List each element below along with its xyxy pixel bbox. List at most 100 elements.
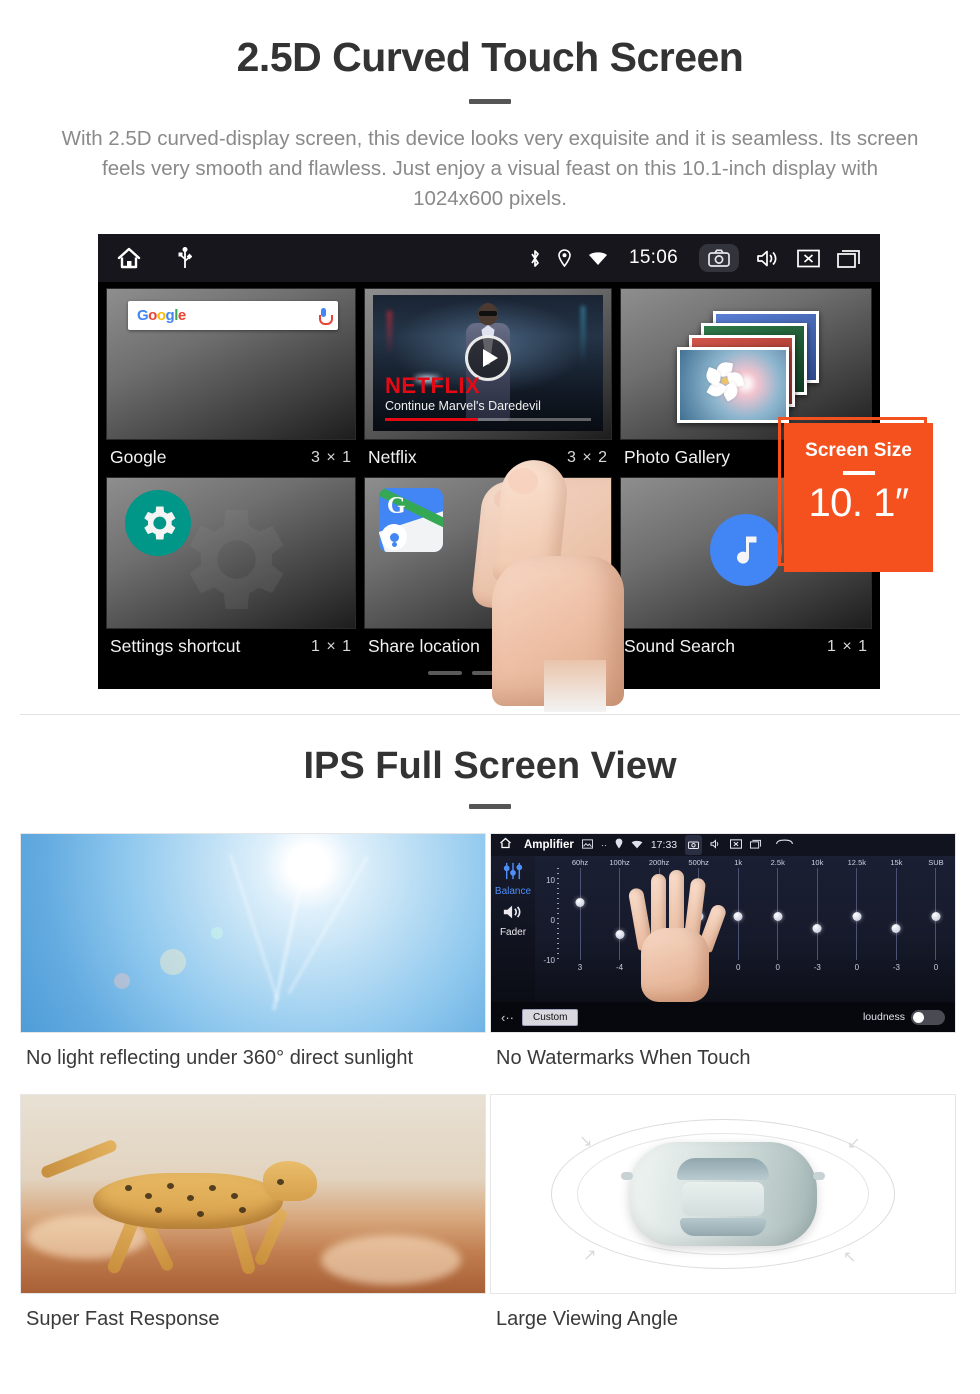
page-title: 2.5D Curved Touch Screen — [236, 34, 744, 80]
netflix-logo: NETFLIX — [385, 373, 481, 398]
band-knob[interactable] — [931, 912, 941, 921]
camera-icon[interactable] — [685, 835, 703, 855]
widget-netflix[interactable]: NETFLIX Continue Marvel's Daredevil Netf… — [364, 288, 613, 477]
netflix-continue-title: Continue Marvel's Daredevil — [385, 399, 541, 413]
close-box-icon[interactable] — [797, 249, 820, 268]
band-knob[interactable] — [891, 924, 901, 933]
volume-icon[interactable] — [710, 836, 722, 854]
band-knob[interactable] — [773, 912, 783, 921]
back-icon[interactable] — [776, 836, 793, 854]
widget-google[interactable]: Google Google 3 × 1 — [106, 288, 356, 477]
eq-band[interactable]: 2.5k 0 — [765, 858, 791, 972]
band-label: 2.5k — [770, 858, 785, 867]
scale-bottom: -10 — [543, 956, 555, 965]
page-dot-1[interactable] — [428, 671, 462, 675]
eq-band[interactable]: 15k -3 — [883, 858, 909, 972]
fader-label[interactable]: Fader — [491, 927, 535, 938]
widget-size: 1 × 1 — [310, 637, 352, 655]
home-icon[interactable] — [499, 836, 512, 854]
page-indicator[interactable] — [106, 666, 872, 675]
photo-stack — [621, 289, 871, 439]
widget-share-location[interactable]: G Share location 1 × 1 — [364, 477, 613, 666]
google-g-letter: G — [387, 493, 406, 519]
progress-bar — [385, 418, 592, 421]
widget-grid: Google Google 3 × 1 NETFLIX Continue Mar… — [98, 282, 880, 675]
band-knob[interactable] — [852, 912, 862, 921]
flower-icon — [703, 360, 744, 402]
widget-label: Netflix — [368, 447, 417, 467]
eq-band[interactable]: 1k 0 — [725, 858, 751, 972]
band-value: 3 — [577, 963, 583, 972]
google-maps-icon[interactable]: G — [379, 488, 443, 552]
scale-mid: 0 — [550, 916, 555, 925]
settings-shortcut-widget[interactable] — [106, 477, 356, 629]
section-description: With 2.5D curved-display screen, this de… — [61, 127, 919, 210]
band-knob[interactable] — [575, 898, 585, 907]
card-caption: Super Fast Response — [26, 1308, 220, 1330]
home-icon[interactable] — [116, 246, 142, 270]
close-box-icon[interactable] — [730, 836, 743, 854]
band-label: 200hz — [648, 858, 670, 867]
fader-icon[interactable] — [491, 903, 535, 926]
feature-card-cheetah: Super Fast Response — [20, 1094, 490, 1355]
widget-row-1: Google Google 3 × 1 NETFLIX Continue Mar… — [106, 288, 872, 477]
band-value: 0 — [854, 963, 860, 972]
bluetooth-icon — [529, 249, 541, 268]
band-label: SUB — [928, 858, 944, 867]
google-search-widget[interactable]: Google — [106, 288, 356, 440]
band-knob[interactable] — [615, 930, 625, 939]
device-screenshot-wrap: 15:06 Google Google 3 × 1 NETFLIX Contin… — [0, 228, 980, 712]
widget-settings-shortcut[interactable]: Settings shortcut 1 × 1 — [106, 477, 356, 666]
scale-top: 10 — [546, 876, 555, 885]
person-pin-icon — [381, 524, 407, 550]
amp-side-panel: Balance Fader — [491, 856, 535, 1002]
microphone-icon[interactable] — [318, 307, 333, 325]
widget-label: Sound Search — [624, 636, 735, 656]
eq-band[interactable]: 12.5k 0 — [844, 858, 870, 972]
eq-band[interactable]: 60hz 3 — [567, 858, 593, 972]
location-pin-icon — [615, 836, 623, 854]
card-caption: Large Viewing Angle — [496, 1308, 678, 1330]
preset-button[interactable]: Custom — [522, 1008, 579, 1026]
camera-icon[interactable] — [699, 244, 739, 272]
recents-icon[interactable] — [750, 836, 762, 854]
band-value: 0 — [933, 963, 939, 972]
music-note-icon[interactable] — [710, 514, 782, 586]
balance-label[interactable]: Balance — [491, 886, 535, 897]
status-bar: 15:06 — [98, 234, 880, 282]
eq-band[interactable]: 10k -3 — [804, 858, 830, 972]
page-dot-2[interactable] — [472, 671, 506, 675]
band-label: 10k — [811, 858, 824, 867]
gear-icon[interactable] — [125, 490, 191, 556]
balance-icon[interactable] — [502, 862, 524, 884]
amp-time: 17:33 — [650, 839, 678, 851]
page-dot-3-active[interactable] — [516, 671, 550, 675]
loudness-control[interactable]: loudness — [863, 1009, 945, 1025]
back-arrow-icon[interactable]: ‹·· — [501, 1010, 514, 1025]
card-caption: No Watermarks When Touch — [496, 1047, 751, 1069]
widget-label: Photo Gallery — [624, 447, 731, 467]
band-knob[interactable] — [733, 912, 743, 921]
share-location-widget[interactable]: G — [364, 477, 613, 629]
photo-gallery-widget[interactable] — [620, 288, 872, 440]
ips-title: IPS Full Screen View — [303, 745, 677, 787]
eq-band[interactable]: SUB 0 — [923, 858, 949, 972]
dots-icon: ·· — [600, 840, 607, 850]
feature-card-car: ↘ ↙ ↗ ↖ Large Viewing Angle — [490, 1094, 960, 1355]
recents-icon[interactable] — [837, 249, 862, 268]
band-knob[interactable] — [812, 924, 822, 933]
netflix-widget[interactable]: NETFLIX Continue Marvel's Daredevil — [364, 288, 613, 440]
title-divider — [469, 99, 511, 104]
index-finger — [470, 478, 542, 612]
feature-card-sunlight: No light reflecting under 360° direct su… — [20, 833, 490, 1094]
band-label: 100hz — [609, 858, 630, 867]
search-input[interactable]: Google — [128, 301, 338, 330]
widget-meta: Share location 1 × 1 — [364, 629, 612, 666]
widget-size: 3 × 2 — [566, 448, 609, 466]
widget-size: 1 × 1 — [566, 637, 609, 655]
loudness-toggle[interactable] — [911, 1009, 945, 1025]
widget-row-2: Settings shortcut 1 × 1 G Share location… — [106, 477, 872, 666]
volume-icon[interactable] — [756, 249, 780, 268]
widget-meta: Google 3 × 1 — [106, 440, 356, 477]
location-pin-icon — [558, 249, 571, 267]
